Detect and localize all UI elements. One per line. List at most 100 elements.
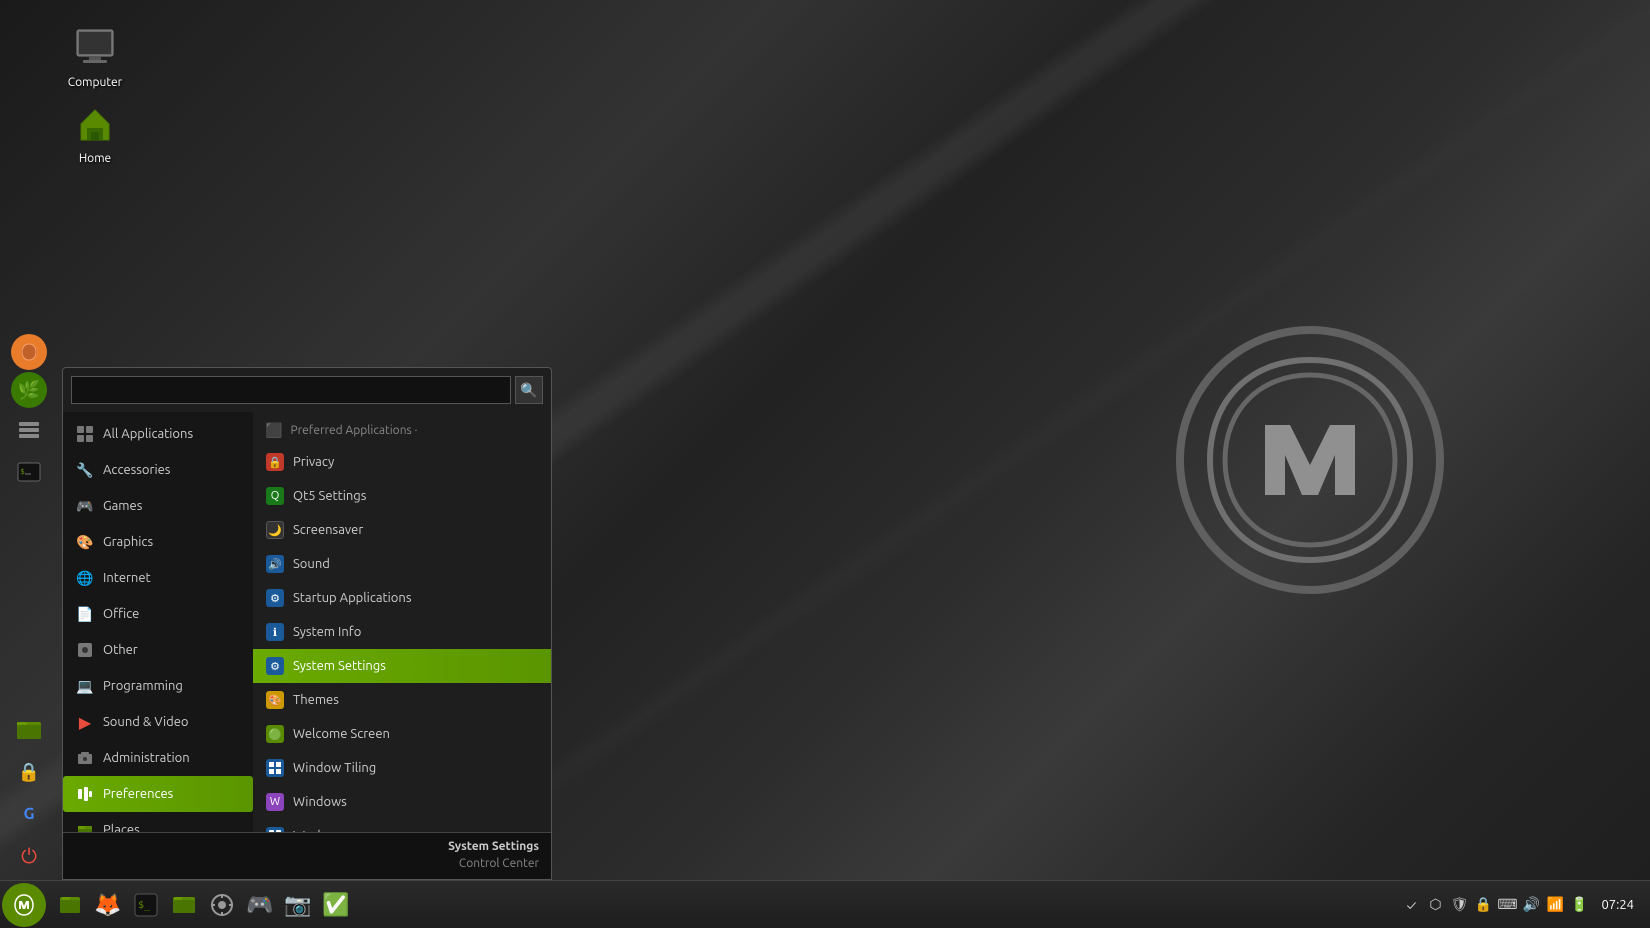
app-item-startup[interactable]: ⚙ Startup Applications [253,581,551,615]
windows-app-icon: W [265,792,285,812]
app-item-qt5settings[interactable]: Q Qt5 Settings [253,479,551,513]
taskbar-steam[interactable]: 🎮 [242,887,278,923]
sidebar-stack[interactable] [9,410,49,450]
category-all-applications[interactable]: All Applications [63,416,253,452]
category-graphics[interactable]: 🎨 Graphics [63,524,253,560]
category-sound-video[interactable]: ▶ Sound & Video [63,704,253,740]
taskbar-files2[interactable] [166,887,202,923]
sidebar-power[interactable]: ⏻ [9,836,49,876]
apps-list: ⬛ Preferred Applications · 🔒 Privacy Q Q… [253,412,551,832]
systray-power[interactable]: 🔋 [1569,895,1589,915]
taskbar-camera[interactable]: 📷 [280,887,316,923]
app-item-screensaver[interactable]: 🌙 Screensaver [253,513,551,547]
app-syssettings-label: System Settings [293,659,386,673]
sidebar-folder[interactable] [9,710,49,750]
category-administration[interactable]: Administration [63,740,253,776]
app-item-themes[interactable]: 🎨 Themes [253,683,551,717]
sidebar-terminal[interactable]: $ [9,452,49,492]
menu-search-input[interactable] [71,376,511,404]
desktop-icon-home[interactable]: Home [55,96,135,169]
systray-lock[interactable]: 🔒 [1473,895,1493,915]
category-programming[interactable]: 💻 Programming [63,668,253,704]
games-icon: 🎮 [75,496,95,516]
search-button[interactable]: 🔍 [515,376,543,404]
desktop-icon-computer[interactable]: Computer [55,20,135,93]
app-screensaver-label: Screensaver [293,523,363,537]
category-internet-label: Internet [103,571,151,585]
taskbar-browser[interactable]: 🦊 [90,887,126,923]
screensaver-app-icon: 🌙 [265,520,285,540]
category-list: All Applications 🔧 Accessories 🎮 Games 🎨… [63,412,253,832]
category-graphics-label: Graphics [103,535,153,549]
window-tiling-app-icon [265,758,285,778]
app-item-workspaces[interactable]: Workspaces [253,819,551,832]
home-folder-icon [71,100,119,148]
systray-wifi[interactable]: 📶 [1545,895,1565,915]
systray-shield[interactable]: 🛡 [1449,895,1469,915]
qt5-app-icon: Q [265,486,285,506]
category-other-label: Other [103,643,138,657]
category-internet[interactable]: 🌐 Internet [63,560,253,596]
systray-keyboard[interactable]: ⌨ [1497,895,1517,915]
app-item-sound[interactable]: 🔊 Sound [253,547,551,581]
systray-volume[interactable]: 🔊 [1521,895,1541,915]
places-icon [75,820,95,832]
preferences-icon [75,784,95,804]
app-qt5-label: Qt5 Settings [293,489,366,503]
welcome-app-icon: 🟢 [265,724,285,744]
category-places-label: Places [103,823,140,832]
app-item-welcome[interactable]: 🟢 Welcome Screen [253,717,551,751]
tooltip-subtitle: Control Center [75,856,539,873]
category-other[interactable]: Other [63,632,253,668]
themes-app-icon: 🎨 [265,690,285,710]
application-menu: 🔍 All Applications [62,367,552,880]
app-item-windows[interactable]: W Windows [253,785,551,819]
category-administration-label: Administration [103,751,190,765]
category-sound-video-label: Sound & Video [103,715,189,729]
app-item-sysinfo[interactable]: ℹ System Info [253,615,551,649]
app-sound-label: Sound [293,557,330,571]
app-item-privacy[interactable]: 🔒 Privacy [253,445,551,479]
all-apps-icon [75,424,95,444]
app-privacy-label: Privacy [293,455,334,469]
sound-video-icon: ▶ [75,712,95,732]
sysinfo-app-icon: ℹ [265,622,285,642]
syssettings-app-icon: ⚙ [265,656,285,676]
app-welcome-label: Welcome Screen [293,727,390,741]
app-themes-label: Themes [293,693,339,707]
other-icon [75,640,95,660]
category-games[interactable]: 🎮 Games [63,488,253,524]
app-item-system-settings[interactable]: ⚙ System Settings [253,649,551,683]
app-item-window-tiling[interactable]: Window Tiling [253,751,551,785]
programming-icon: 💻 [75,676,95,696]
desktop: Computer Home [0,0,1650,928]
apps-section-header: ⬛ Preferred Applications · [253,416,551,445]
category-preferences[interactable]: Preferences [63,776,253,812]
category-games-label: Games [103,499,142,513]
systray-checkmark[interactable]: ✓ [1401,895,1421,915]
menu-content: All Applications 🔧 Accessories 🎮 Games 🎨… [63,412,551,832]
taskbar-tasks[interactable]: ✅ [318,887,354,923]
sidebar-orange[interactable] [11,334,47,370]
sidebar-green[interactable]: 🌿 [11,372,47,408]
category-accessories-label: Accessories [103,463,170,477]
app-startup-label: Startup Applications [293,591,411,605]
category-all-label: All Applications [103,427,193,441]
computer-label: Computer [68,76,122,89]
menu-sidebar-icons: 🌿 $ 🔒 G ⏻ [0,330,58,880]
sidebar-lock[interactable]: 🔒 [9,752,49,792]
category-places[interactable]: Places [63,812,253,832]
category-office[interactable]: 📄 Office [63,596,253,632]
internet-icon: 🌐 [75,568,95,588]
sidebar-google[interactable]: G [9,794,49,834]
sound-app-icon: 🔊 [265,554,285,574]
app-windows-label: Windows [293,795,347,809]
taskbar-files[interactable] [52,887,88,923]
office-icon: 📄 [75,604,95,624]
category-accessories[interactable]: 🔧 Accessories [63,452,253,488]
systray-battery[interactable]: ⬡ [1425,895,1445,915]
start-button[interactable] [2,883,46,927]
taskbar-terminal[interactable]: $_ [128,887,164,923]
taskbar-settings[interactable] [204,887,240,923]
menu-tooltip: System Settings Control Center [63,832,551,879]
